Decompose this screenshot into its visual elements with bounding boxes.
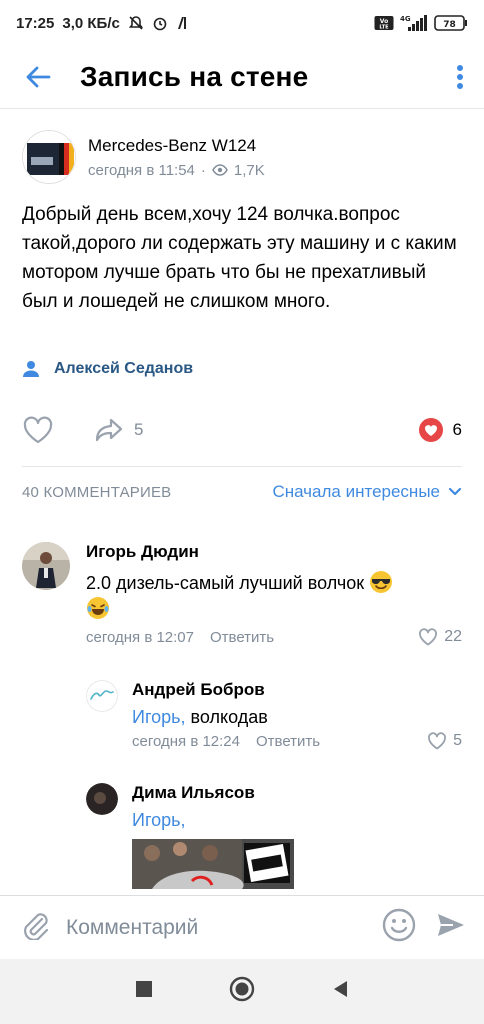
mention-link[interactable]: Игорь, bbox=[132, 707, 186, 727]
comment-text: Игорь, волкодав bbox=[132, 704, 462, 730]
comment-reply-item: Дима Ильясов Игорь, bbox=[86, 783, 462, 895]
comment-meta: сегодня в 12:07 Ответить 22 bbox=[86, 628, 462, 646]
heart-outline-icon bbox=[428, 732, 446, 750]
avatar[interactable] bbox=[86, 783, 118, 815]
comment-item: Игорь Дюдин 2.0 дизель-самый лучший волч… bbox=[22, 542, 462, 654]
post-header: Mercedes-Benz W124 сегодня в 11:54 · 1,7… bbox=[22, 130, 265, 184]
header-divider bbox=[0, 108, 484, 109]
comment-text-content: волкодав bbox=[185, 707, 268, 727]
dot-separator: · bbox=[200, 161, 206, 179]
comment-like-count: 22 bbox=[444, 628, 462, 645]
status-speed: 3,0 КБ/с bbox=[62, 14, 120, 32]
svg-text:LTE: LTE bbox=[379, 25, 389, 31]
post-views: 1,7K bbox=[233, 161, 265, 179]
send-icon bbox=[438, 914, 464, 936]
heart-filled-icon bbox=[418, 418, 443, 442]
circle-home-icon bbox=[229, 976, 255, 1002]
send-button[interactable] bbox=[436, 911, 466, 944]
smile-icon bbox=[382, 908, 416, 942]
more-vertical-icon bbox=[457, 65, 463, 89]
comment-composer: Комментарий bbox=[0, 895, 484, 959]
comment-input[interactable]: Комментарий bbox=[66, 916, 382, 940]
triangle-back-icon bbox=[334, 981, 347, 997]
paperclip-icon bbox=[24, 913, 49, 941]
more-button[interactable] bbox=[456, 63, 464, 96]
reply-button[interactable]: Ответить bbox=[210, 629, 274, 646]
comment-author[interactable]: Андрей Бобров bbox=[132, 680, 462, 700]
chevron-down-icon bbox=[448, 487, 462, 496]
app-bar: Запись на стене bbox=[0, 46, 484, 108]
likes-counter[interactable]: 6 bbox=[418, 418, 462, 442]
back-button[interactable] bbox=[8, 46, 68, 108]
comment-meta: сегодня в 12:24 Ответить 5 bbox=[132, 732, 462, 750]
system-nav-bar bbox=[0, 959, 484, 1024]
recents-button[interactable] bbox=[135, 980, 153, 1003]
share-button[interactable]: 5 bbox=[94, 417, 143, 443]
avatar[interactable] bbox=[22, 542, 70, 590]
avatar[interactable] bbox=[86, 680, 118, 712]
post-author-link[interactable]: Алексей Седанов bbox=[22, 360, 193, 378]
comment-time: сегодня в 12:07 bbox=[86, 628, 194, 646]
emoji-button[interactable] bbox=[382, 908, 416, 947]
group-avatar[interactable] bbox=[22, 130, 76, 184]
post-author-name: Алексей Седанов bbox=[54, 360, 194, 377]
post-time: сегодня в 11:54 bbox=[88, 161, 195, 179]
like-button[interactable] bbox=[22, 416, 54, 444]
comment-photo[interactable] bbox=[132, 839, 294, 889]
comment-text: Игорь, bbox=[132, 807, 462, 833]
laughing-tears-emoji-icon bbox=[87, 597, 109, 619]
comments-count: 40 КОММЕНТАРИЕВ bbox=[22, 483, 172, 501]
share-icon bbox=[95, 418, 123, 442]
actions-divider bbox=[22, 466, 462, 467]
status-bar: 17:25 3,0 КБ/с Vo LTE 4G 78 bbox=[0, 0, 484, 46]
comments-sort-dropdown[interactable]: Сначала интересные bbox=[272, 482, 462, 502]
cool-emoji-icon bbox=[370, 571, 393, 593]
attach-button[interactable] bbox=[20, 910, 50, 945]
group-name[interactable]: Mercedes-Benz W124 bbox=[88, 136, 265, 156]
comment-text-content: 2.0 дизель-самый лучший волчок bbox=[86, 573, 365, 593]
status-time: 17:25 bbox=[16, 14, 55, 32]
mention-link[interactable]: Игорь, bbox=[132, 810, 186, 830]
comment-time: сегодня в 12:24 bbox=[132, 732, 240, 750]
square-icon bbox=[136, 981, 152, 997]
likes-count: 6 bbox=[452, 420, 462, 439]
battery-icon: 78 bbox=[434, 14, 468, 32]
eye-icon bbox=[212, 164, 228, 176]
comment-like-count: 5 bbox=[453, 732, 462, 749]
network-type: 4G bbox=[400, 15, 411, 23]
heart-outline-icon bbox=[23, 416, 53, 444]
sort-label: Сначала интересные bbox=[272, 482, 440, 501]
battery-level: 78 bbox=[443, 20, 456, 30]
comments-header: 40 КОММЕНТАРИЕВ Сначала интересные bbox=[22, 482, 462, 502]
vk-notify-icon bbox=[176, 15, 190, 31]
post-text: Добрый день всем,хочу 124 волчка.вопрос … bbox=[22, 204, 457, 312]
comment-text: 2.0 дизель-самый лучший волчок bbox=[86, 570, 462, 622]
alarm-icon bbox=[152, 15, 168, 31]
comment-like-button[interactable]: 22 bbox=[418, 628, 462, 646]
comment-reply-item: Андрей Бобров Игорь, волкодав сегодня в … bbox=[86, 680, 462, 760]
share-count: 5 bbox=[134, 420, 144, 439]
comment-author[interactable]: Дима Ильясов bbox=[132, 783, 462, 803]
heart-outline-icon bbox=[419, 628, 438, 646]
reply-button[interactable]: Ответить bbox=[256, 733, 320, 750]
arrow-left-icon bbox=[26, 66, 51, 88]
dnd-icon bbox=[128, 15, 144, 31]
volte-icon: Vo LTE bbox=[374, 15, 394, 31]
signal-icon: 4G bbox=[400, 14, 428, 32]
home-button[interactable] bbox=[229, 976, 255, 1007]
page-title: Запись на стене bbox=[80, 61, 309, 92]
user-icon bbox=[23, 361, 39, 377]
comment-author[interactable]: Игорь Дюдин bbox=[86, 542, 462, 562]
comment-like-button[interactable]: 5 bbox=[427, 732, 462, 750]
post-meta: сегодня в 11:54 · 1,7K bbox=[88, 162, 265, 179]
back-nav-button[interactable] bbox=[331, 979, 349, 1004]
post-actions: 5 6 bbox=[22, 410, 462, 450]
